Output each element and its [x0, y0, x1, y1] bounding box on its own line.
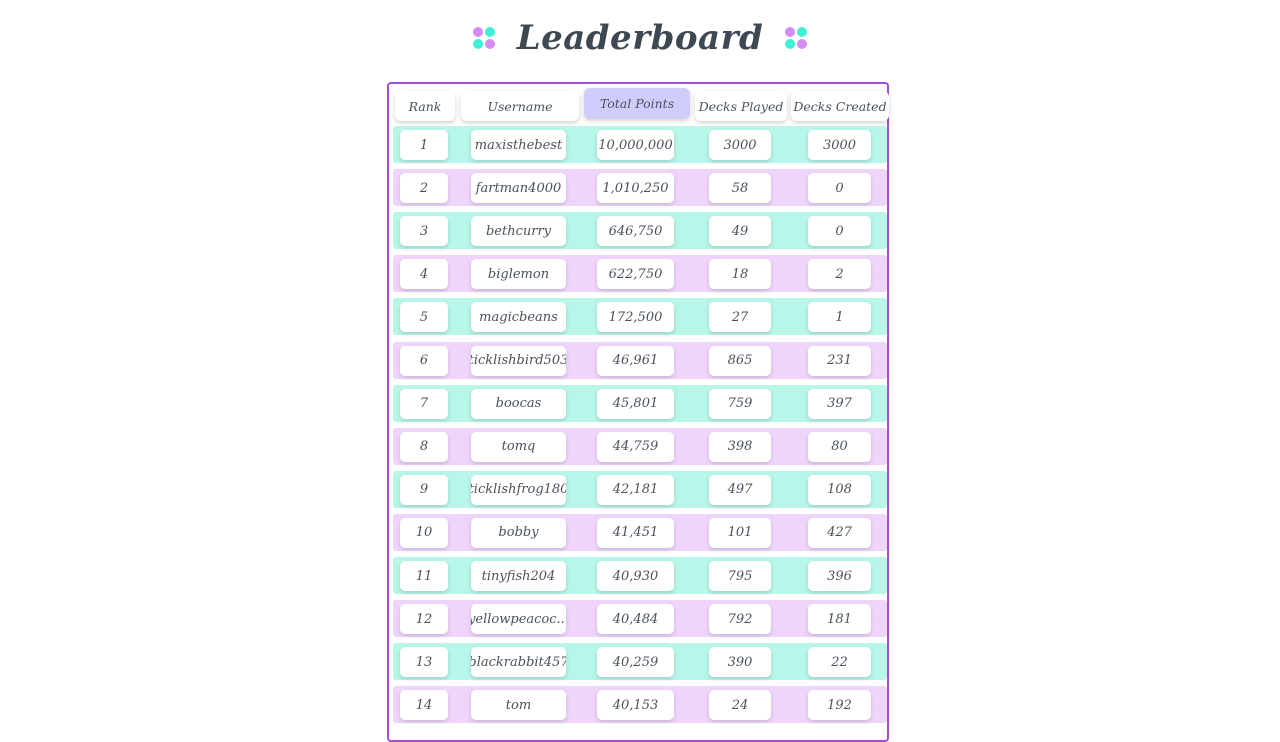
table-row[interactable]: 10 bobby 41,451 101 427: [393, 513, 887, 551]
table-row[interactable]: 12 yellowpeacoc... 40,484 792 181: [393, 600, 887, 638]
rank-cell: 13: [400, 647, 448, 678]
column-header-decks-played[interactable]: Decks Played: [695, 91, 787, 121]
table-row[interactable]: 11 tinyfish204 40,930 795 396: [393, 557, 887, 594]
decks-played-cell: 58: [709, 173, 771, 204]
decks-played-cell: 759: [709, 388, 771, 419]
table-row[interactable]: 3 bethcurry 646,750 49 0: [393, 212, 887, 250]
username-cell: blackrabbit457: [471, 647, 566, 678]
rank-cell: 12: [400, 604, 448, 635]
decks-created-cell: 396: [808, 561, 871, 591]
username-cell: biglemon: [471, 259, 566, 290]
decks-played-cell: 49: [709, 216, 771, 247]
decks-created-cell: 3000: [808, 130, 871, 160]
rank-cell: 2: [400, 173, 448, 204]
total-points-cell: 646,750: [597, 216, 674, 247]
username-cell: bethcurry: [471, 216, 566, 247]
table-row[interactable]: 5 magicbeans 172,500 27 1: [393, 298, 887, 336]
rank-cell: 11: [400, 561, 448, 591]
decks-played-cell: 18: [709, 259, 771, 290]
username-cell: ticklishbird503: [471, 345, 566, 376]
username-cell: bobby: [471, 517, 566, 548]
total-points-cell: 10,000,000: [597, 130, 674, 160]
total-points-cell: 622,750: [597, 259, 674, 290]
total-points-cell: 40,259: [597, 647, 674, 678]
decks-created-cell: 427: [808, 517, 871, 548]
decks-played-cell: 792: [709, 604, 771, 635]
leaderboard-table: Rank Username Total Points Decks Played …: [387, 82, 889, 742]
decks-played-cell: 398: [709, 431, 771, 462]
username-cell: fartman4000: [471, 173, 566, 204]
table-row[interactable]: 14 tom 40,153 24 192: [393, 686, 887, 724]
decks-created-cell: 0: [808, 173, 871, 204]
column-header-total-points[interactable]: Total Points: [584, 88, 690, 119]
rank-cell: 6: [400, 345, 448, 376]
rank-cell: 8: [400, 431, 448, 462]
total-points-cell: 44,759: [597, 431, 674, 462]
username-cell: magicbeans: [471, 302, 566, 333]
total-points-cell: 41,451: [597, 517, 674, 548]
table-row[interactable]: 6 ticklishbird503 46,961 865 231: [393, 341, 887, 379]
decks-created-cell: 0: [808, 216, 871, 247]
rank-cell: 1: [400, 130, 448, 160]
table-row[interactable]: 8 tomq 44,759 398 80: [393, 427, 887, 465]
username-cell: tinyfish204: [471, 561, 566, 591]
table-row[interactable]: 9 ticklishfrog180 42,181 497 108: [393, 470, 887, 508]
total-points-cell: 40,153: [597, 690, 674, 721]
table-row[interactable]: 7 boocas 45,801 759 397: [393, 384, 887, 422]
decks-played-cell: 3000: [709, 130, 771, 160]
column-header-decks-created[interactable]: Decks Created: [791, 91, 889, 121]
username-cell: ticklishfrog180: [471, 474, 566, 505]
decks-created-cell: 22: [808, 647, 871, 678]
four-dots-icon: [472, 27, 495, 49]
column-header-username[interactable]: Username: [461, 91, 579, 121]
decks-created-cell: 397: [808, 388, 871, 419]
table-row[interactable]: 1 maxisthebest 10,000,000 3000 3000: [393, 126, 887, 163]
username-cell: boocas: [471, 388, 566, 419]
total-points-cell: 46,961: [597, 345, 674, 376]
decks-played-cell: 865: [709, 345, 771, 376]
total-points-cell: 172,500: [597, 302, 674, 333]
decks-created-cell: 1: [808, 302, 871, 333]
table-row[interactable]: 2 fartman4000 1,010,250 58 0: [393, 169, 887, 207]
page-title: Leaderboard: [516, 18, 764, 58]
username-cell: yellowpeacoc...: [471, 604, 566, 635]
total-points-cell: 40,484: [597, 604, 674, 635]
rank-cell: 14: [400, 690, 448, 721]
column-header-rank[interactable]: Rank: [395, 91, 455, 121]
rank-cell: 7: [400, 388, 448, 419]
username-cell: maxisthebest: [471, 130, 566, 160]
decks-created-cell: 108: [808, 474, 871, 505]
decks-created-cell: 2: [808, 259, 871, 290]
total-points-cell: 42,181: [597, 474, 674, 505]
decks-played-cell: 390: [709, 647, 771, 678]
rank-cell: 9: [400, 474, 448, 505]
table-row[interactable]: 13 blackrabbit457 40,259 390 22: [393, 643, 887, 681]
decks-played-cell: 101: [709, 517, 771, 548]
rank-cell: 4: [400, 259, 448, 290]
decks-created-cell: 181: [808, 604, 871, 635]
total-points-cell: 45,801: [597, 388, 674, 419]
username-cell: tom: [471, 690, 566, 721]
decks-played-cell: 795: [709, 561, 771, 591]
table-header: Rank Username Total Points Decks Played …: [393, 87, 889, 121]
decks-created-cell: 231: [808, 345, 871, 376]
rank-cell: 3: [400, 216, 448, 247]
page-header: Leaderboard: [0, 18, 1280, 58]
table-row[interactable]: 4 biglemon 622,750 18 2: [393, 255, 887, 293]
decks-played-cell: 497: [709, 474, 771, 505]
decks-created-cell: 80: [808, 431, 871, 462]
rank-cell: 5: [400, 302, 448, 333]
decks-played-cell: 24: [709, 690, 771, 721]
rank-cell: 10: [400, 517, 448, 548]
decks-played-cell: 27: [709, 302, 771, 333]
four-dots-icon: [785, 27, 808, 49]
total-points-cell: 40,930: [597, 561, 674, 591]
decks-created-cell: 192: [808, 690, 871, 721]
total-points-cell: 1,010,250: [597, 173, 674, 204]
username-cell: tomq: [471, 431, 566, 462]
